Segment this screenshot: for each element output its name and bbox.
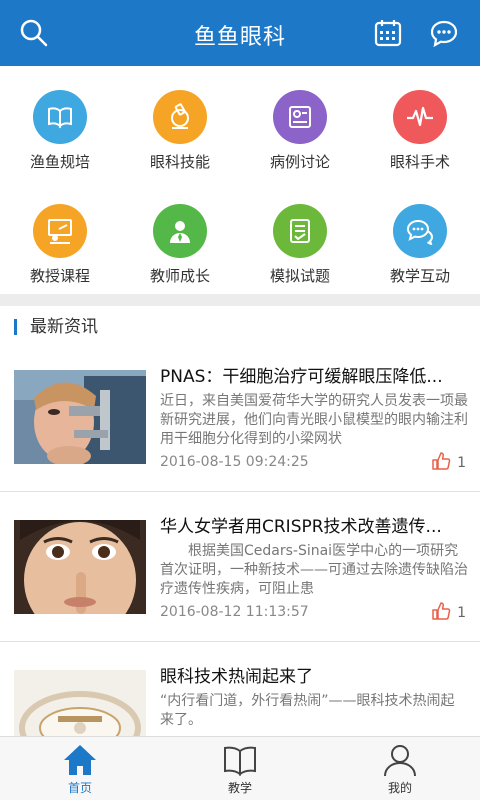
calendar-icon[interactable] xyxy=(372,17,404,49)
grid-item-label: 眼科技能 xyxy=(149,153,210,171)
feature-grid: 渔鱼规培 眼科技能 病例讨论 眼科手术 教授课程 教师成长 模拟试题 教学互动 xyxy=(0,66,480,294)
app-header: 鱼鱼眼科 xyxy=(0,0,480,66)
news-item[interactable]: 华人女学者用CRISPR技术改善遗传... 根据美国Cedars-Sinai医学… xyxy=(0,502,480,642)
like-count: 1 xyxy=(457,455,466,471)
grid-item-eye-surgery[interactable]: 眼科手术 xyxy=(360,66,480,180)
news-thumbnail xyxy=(14,520,146,614)
user-icon xyxy=(384,745,416,777)
open-book-icon xyxy=(224,746,256,776)
news-title: 眼科技术热闹起来了 xyxy=(160,667,313,687)
chat-bubble-icon[interactable] xyxy=(428,17,460,49)
news-item[interactable]: PNAS：干细胞治疗可缓解眼压降低... 近日，来自美国爱荷华大学的研究人员发表… xyxy=(0,352,480,492)
checklist-icon xyxy=(273,204,327,258)
grid-item-label: 病例讨论 xyxy=(269,153,330,171)
section-title: 最新资讯 xyxy=(14,316,98,338)
tab-teaching[interactable]: 教学 xyxy=(160,737,320,800)
book-icon xyxy=(33,90,87,144)
news-thumbnail xyxy=(14,370,146,464)
teacher-icon xyxy=(153,204,207,258)
grid-item-teacher-growth[interactable]: 教师成长 xyxy=(120,180,240,294)
grid-item-label: 教授课程 xyxy=(29,267,90,285)
news-summary: 近日，来自美国爱荷华大学的研究人员发表一项最新研究进展，他们向青光眼小鼠模型的眼… xyxy=(160,393,468,447)
news-date: 2016-08-12 11:13:57 xyxy=(160,604,309,620)
thumbs-up-icon xyxy=(432,602,451,620)
bottom-tab-bar: 首页 教学 我的 xyxy=(0,736,480,800)
grid-item-label: 教师成长 xyxy=(149,267,210,285)
tab-label: 我的 xyxy=(387,781,412,795)
grid-item-label: 模拟试题 xyxy=(269,267,330,285)
news-summary: 根据美国Cedars-Sinai医学中心的一项研究首次证明，一种新技术——可通过… xyxy=(160,543,468,597)
pulse-icon xyxy=(393,90,447,144)
app-title: 鱼鱼眼科 xyxy=(193,25,286,50)
grid-item-case-discussion[interactable]: 病例讨论 xyxy=(240,66,360,180)
microscope-icon xyxy=(153,90,207,144)
grid-item-teaching-interaction[interactable]: 教学互动 xyxy=(360,180,480,294)
grid-item-mock-exams[interactable]: 模拟试题 xyxy=(240,180,360,294)
like-button[interactable]: 1 xyxy=(431,451,466,471)
grid-item-label: 渔鱼规培 xyxy=(29,153,90,171)
tab-label: 首页 xyxy=(67,781,92,795)
news-title: PNAS：干细胞治疗可缓解眼压降低... xyxy=(160,367,443,387)
grid-item-yuyu-training[interactable]: 渔鱼规培 xyxy=(0,66,120,180)
grid-item-eye-skills[interactable]: 眼科技能 xyxy=(120,66,240,180)
tab-label: 教学 xyxy=(227,781,252,795)
lecture-board-icon xyxy=(33,204,87,258)
like-count: 1 xyxy=(457,605,466,621)
tab-mine[interactable]: 我的 xyxy=(320,737,480,800)
case-file-icon xyxy=(273,90,327,144)
news-title: 华人女学者用CRISPR技术改善遗传... xyxy=(160,517,442,537)
grid-item-label: 教学互动 xyxy=(389,267,450,285)
chat-bubbles-icon xyxy=(393,204,447,258)
tab-home[interactable]: 首页 xyxy=(0,737,160,800)
like-button[interactable]: 1 xyxy=(431,601,466,621)
grid-item-professor-courses[interactable]: 教授课程 xyxy=(0,180,120,294)
news-date: 2016-08-15 09:24:25 xyxy=(160,454,309,470)
home-icon xyxy=(64,745,96,775)
thumbs-up-icon xyxy=(432,452,451,470)
section-divider xyxy=(0,294,480,306)
grid-item-label: 眼科手术 xyxy=(389,153,450,171)
